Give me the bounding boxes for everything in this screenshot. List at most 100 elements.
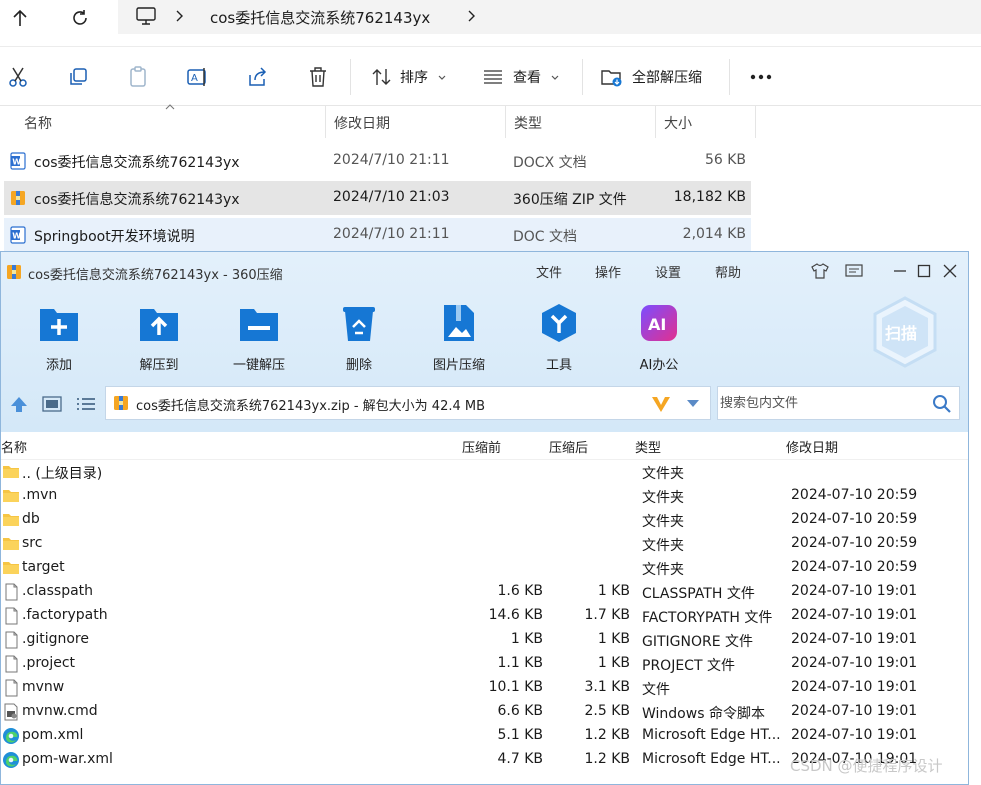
file-name: src [22,535,43,551]
more-options-button[interactable] [749,65,773,89]
explorer-file-row[interactable]: W Springboot开发环境说明 2024/7/10 21:11 DOC 文… [4,218,751,252]
skin-button[interactable] [809,260,831,282]
file-date: 2024/7/10 21:03 [333,189,450,205]
thumbnail-view-button[interactable] [41,394,63,414]
explorer-file-row-selected[interactable]: cos委托信息交流系统762143yx 2024/7/10 21:03 360压… [4,181,751,215]
minimize-button[interactable] [889,260,911,282]
column-header-name[interactable]: 名称 [16,106,326,138]
file-type: 文件夹 [642,562,684,578]
column-header-type[interactable]: 类型 [635,437,661,456]
refresh-button[interactable] [66,4,94,32]
dropdown-triangle-icon[interactable] [686,399,700,408]
file-type: 文件夹 [642,514,684,530]
archive-search-input[interactable] [720,389,920,417]
feedback-button[interactable] [843,260,865,282]
file-modified-date: 2024-07-10 19:01 [791,631,918,647]
chevron-right-icon[interactable] [468,10,476,22]
maximize-icon [917,264,931,278]
file-date: 2024/7/10 21:11 [333,226,450,242]
file-type: FACTORYPATH 文件 [642,610,773,626]
image-compress-tool-button[interactable]: 图片压缩 [419,302,499,373]
parent-folder-button[interactable] [9,394,29,414]
archive-file-row[interactable]: .classpath 1.6 KB 1 KB CLASSPATH 文件 2024-07-… [1,580,968,604]
menu-operation[interactable]: 操作 [595,262,621,281]
chevron-right-icon [176,10,183,22]
file-modified-date: 2024-07-10 20:59 [791,535,918,551]
file-name: mvnw [22,679,65,695]
archive-file-row[interactable]: target 文件夹 2024-07-10 20:59 [1,556,968,580]
explorer-file-row[interactable]: W cos委托信息交流系统762143yx 2024/7/10 21:11 DO… [4,144,751,178]
file-original-size: 1.6 KB [497,583,544,599]
file-compressed-size: 3.1 KB [584,679,631,695]
extract-all-button[interactable]: 全部解压缩 [632,67,702,87]
column-header-size[interactable]: 大小 [656,106,756,138]
file-name: Springboot开发环境说明 [34,229,195,245]
file-type: DOCX 文档 [513,155,587,171]
one-click-extract-tool-button[interactable]: 一键解压 [219,302,299,373]
archive-file-row[interactable]: mvnw 10.1 KB 3.1 KB 文件 2024-07-10 19:01 [1,676,968,700]
archive-file-row[interactable]: db 文件夹 2024-07-10 20:59 [1,508,968,532]
archive-file-row[interactable]: .factorypath 14.6 KB 1.7 KB FACTORYPATH 文件 2… [1,604,968,628]
file-type: Microsoft Edge HT... [642,727,781,743]
file-name: .project [22,655,76,671]
column-header-original-size[interactable]: 压缩前 [462,437,501,456]
column-header-date[interactable]: 修改日期 [326,106,506,138]
rename-icon: A [187,68,206,86]
view-icon-wrap [481,65,505,89]
file-type: 文件夹 [642,538,684,554]
column-header-modified-date[interactable]: 修改日期 [786,437,838,456]
cut-button[interactable] [6,65,30,89]
scan-button[interactable]: 扫描 [869,296,941,368]
paste-button[interactable] [126,65,150,89]
archive-file-row[interactable]: .project 1.1 KB 1 KB PROJECT 文件 2024-07-10 1… [1,652,968,676]
rename-button[interactable]: A [186,65,210,89]
file-name: .gitignore [22,631,89,647]
archive-file-row[interactable]: mvnw.cmd 6.6 KB 2.5 KB Windows 命令脚本 2024-07-… [1,700,968,724]
sort-icon [372,69,391,85]
column-header-compressed-size[interactable]: 压缩后 [549,437,588,456]
file-size: 18,182 KB [673,189,746,205]
chevron-down-icon [551,75,559,80]
close-button[interactable] [939,260,961,282]
file-name: pom.xml [22,727,84,743]
extract-to-tool-button[interactable]: 解压到 [119,302,199,373]
share-button[interactable] [246,65,270,89]
file-compressed-size: 1.7 KB [584,607,631,623]
column-header-name[interactable]: 名称 [1,437,27,456]
file-original-size: 1.1 KB [497,655,544,671]
file-date: 2024/7/10 21:11 [333,152,450,168]
ai-office-tool-button[interactable]: AI AI办公 [619,302,699,373]
list-view-button[interactable] [75,394,97,414]
tools-tool-button[interactable]: 工具 [519,302,599,373]
copy-button[interactable] [66,65,90,89]
delete-tool-button[interactable]: 删除 [319,302,399,373]
archive-file-row[interactable]: .gitignore 1 KB 1 KB GITIGNORE 文件 2024-07-10… [1,628,968,652]
menu-file[interactable]: 文件 [536,262,562,281]
menu-help[interactable]: 帮助 [715,262,741,281]
extract-to-icon [140,309,178,341]
breadcrumb-folder[interactable]: cos委托信息交流系统762143yx [210,7,430,28]
search-icon[interactable] [932,394,952,414]
file-type: 文件 [642,682,670,698]
archive-file-row[interactable]: src 文件夹 2024-07-10 20:59 [1,532,968,556]
file-original-size: 6.6 KB [497,703,544,719]
file-type: 360压缩 ZIP 文件 [513,192,627,208]
menu-settings[interactable]: 设置 [655,262,681,281]
archive-file-row[interactable]: pom.xml 5.1 KB 1.2 KB Microsoft Edge HT... 2… [1,724,968,748]
sort-button[interactable]: 排序 [400,67,428,87]
view-button[interactable]: 查看 [513,67,541,87]
delete-button[interactable] [306,65,330,89]
up-arrow-button[interactable] [6,4,34,32]
file-size: 2,014 KB [682,226,746,242]
explorer-command-bar: A 排序 查看 全部解压缩 [0,46,981,106]
archive-file-row[interactable]: .. (上级目录) 文件夹 [1,460,968,484]
column-header-type[interactable]: 类型 [506,106,656,138]
archive-file-row[interactable]: .mvn 文件夹 2024-07-10 20:59 [1,484,968,508]
explorer-address-bar: cos委托信息交流系统762143yx [0,0,981,36]
toolbar-divider [582,59,583,95]
add-file-icon [40,309,78,341]
maximize-button[interactable] [913,260,935,282]
file-type: Windows 命令脚本 [642,706,765,722]
archive-path-field[interactable]: cos委托信息交流系统762143yx.zip - 解包大小为 42.4 MB [105,386,711,420]
add-tool-button[interactable]: 添加 [19,302,99,373]
